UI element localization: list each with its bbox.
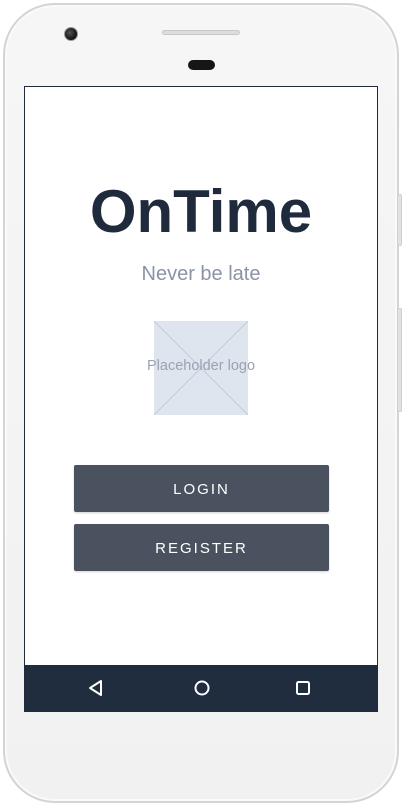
circle-home-icon: [194, 680, 210, 696]
earpiece-speaker: [162, 30, 240, 35]
app-tagline: Never be late: [141, 263, 261, 285]
app-screen: OnTime Never be late Placeholder logo LO…: [24, 86, 378, 712]
android-navigation-bar: [25, 665, 377, 711]
volume-button: [397, 308, 402, 412]
power-button: [397, 194, 402, 246]
triangle-back-icon: [89, 680, 102, 696]
back-nav-button[interactable]: [85, 678, 107, 698]
proximity-sensor: [188, 60, 215, 70]
placeholder-logo: Placeholder logo: [147, 321, 255, 415]
front-camera: [64, 27, 78, 41]
home-nav-button[interactable]: [191, 678, 213, 698]
recents-nav-button[interactable]: [292, 678, 314, 698]
square-recents-icon: [296, 681, 310, 695]
register-button[interactable]: REGISTER: [74, 524, 329, 571]
app-title: OnTime: [89, 178, 313, 245]
login-button[interactable]: LOGIN: [74, 465, 329, 512]
placeholder-logo-label: Placeholder logo: [146, 358, 256, 374]
